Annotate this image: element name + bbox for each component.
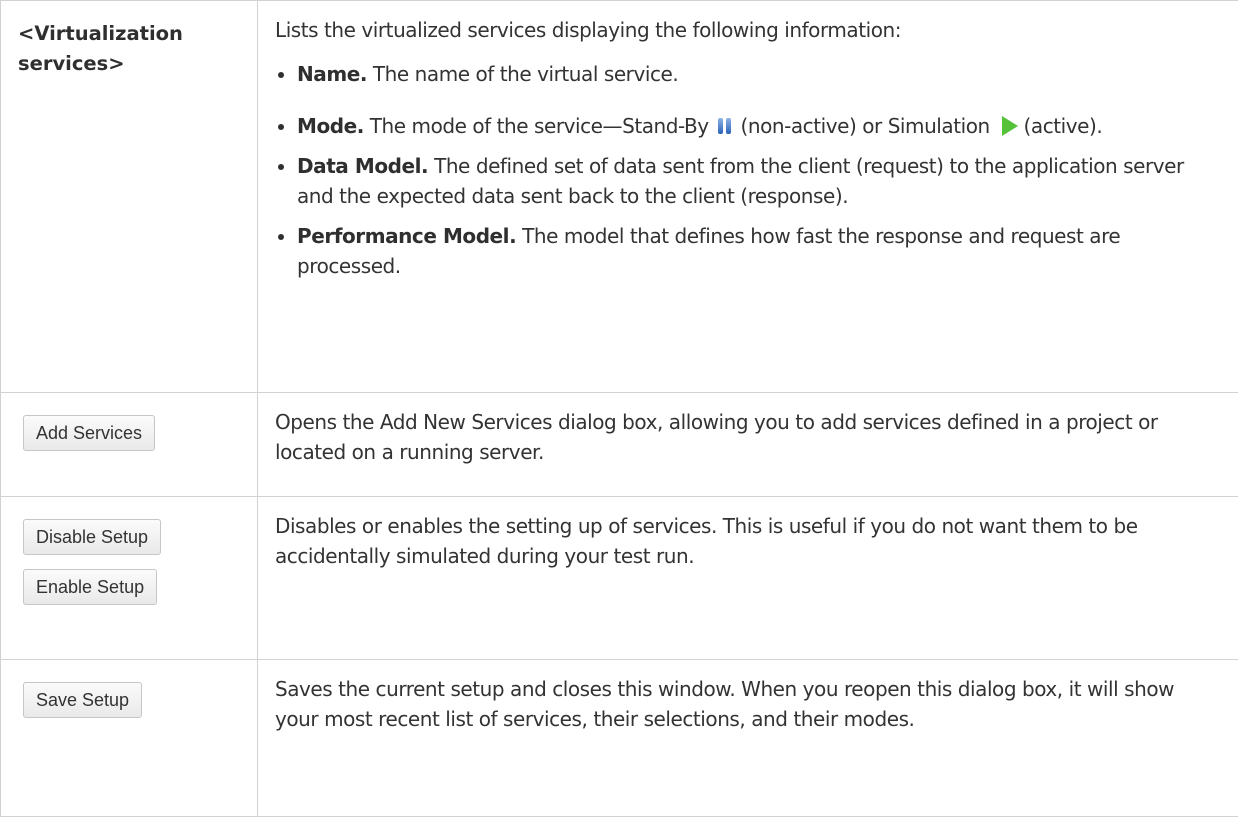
list-item: Name. The name of the virtual service. (275, 59, 1220, 89)
ui-elements-table: <Virtualization services> Lists the virt… (0, 0, 1238, 817)
enable-setup-button[interactable]: Enable Setup (23, 569, 157, 605)
pause-icon (718, 118, 732, 134)
table-row: Disable Setup Enable Setup Disables or e… (1, 497, 1238, 660)
term-description: The defined set of data sent from the cl… (297, 154, 1184, 208)
play-icon (1002, 116, 1018, 136)
table-row: Save Setup Saves the current setup and c… (1, 660, 1238, 817)
row-description: Disables or enables the setting up of se… (275, 511, 1220, 571)
list-item: Performance Model. The model that define… (275, 221, 1220, 281)
term-description: The mode of the service—Stand-By (364, 114, 715, 138)
term-performance-model: Performance Model. (297, 224, 516, 248)
ui-element-cell: Disable Setup Enable Setup (1, 497, 258, 660)
term-data-model: Data Model. (297, 154, 428, 178)
description-cell: Lists the virtualized services displayin… (258, 1, 1238, 393)
term-description: (non-active) or Simulation (735, 114, 996, 138)
list-item: Mode. The mode of the service—Stand-By (… (275, 111, 1220, 141)
field-list: Name. The name of the virtual service. M… (275, 59, 1220, 281)
ui-element-cell: <Virtualization services> (1, 1, 258, 393)
term-name: Name. (297, 62, 367, 86)
term-mode: Mode. (297, 114, 364, 138)
ui-element-label: <Virtualization services> (1, 1, 257, 79)
description-cell: Opens the Add New Services dialog box, a… (258, 393, 1238, 497)
term-description: The name of the virtual service. (367, 62, 678, 86)
row-description: Saves the current setup and closes this … (275, 674, 1220, 734)
term-description: (active). (1018, 114, 1103, 138)
disable-setup-button[interactable]: Disable Setup (23, 519, 161, 555)
add-services-button[interactable]: Add Services (23, 415, 155, 451)
ui-element-cell: Add Services (1, 393, 258, 497)
table-row: Add Services Opens the Add New Services … (1, 393, 1238, 497)
list-item: Data Model. The defined set of data sent… (275, 151, 1220, 211)
table-row: <Virtualization services> Lists the virt… (1, 1, 1238, 393)
description-cell: Saves the current setup and closes this … (258, 660, 1238, 817)
ui-element-cell: Save Setup (1, 660, 258, 817)
save-setup-button[interactable]: Save Setup (23, 682, 142, 718)
row-description: Opens the Add New Services dialog box, a… (275, 407, 1220, 467)
intro-text: Lists the virtualized services displayin… (275, 15, 1220, 45)
description-cell: Disables or enables the setting up of se… (258, 497, 1238, 660)
